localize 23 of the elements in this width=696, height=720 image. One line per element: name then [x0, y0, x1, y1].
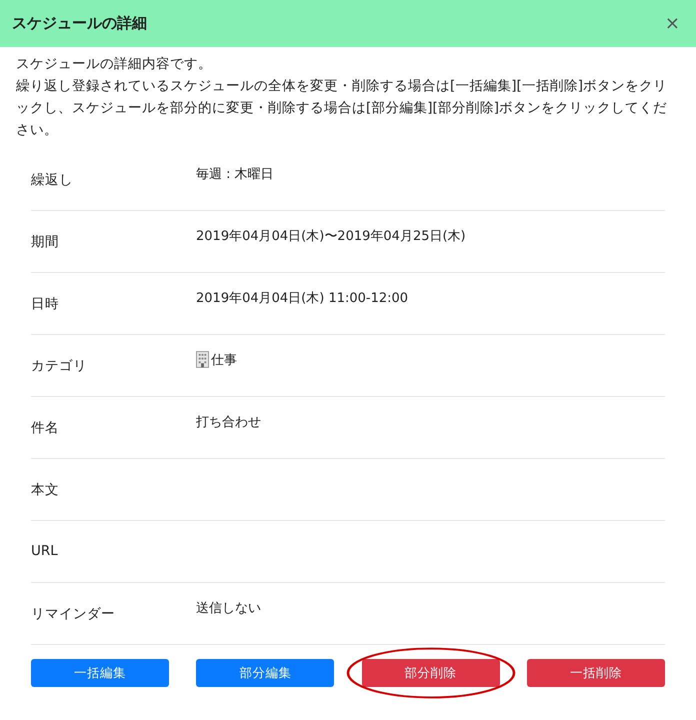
field-label: カテゴリ [31, 357, 88, 375]
field-value: 2019年04月04日(木)〜2019年04月25日(木) [196, 228, 466, 245]
field-value: 仕事 [211, 352, 237, 369]
field-value: 毎週 : 木曜日 [196, 166, 274, 183]
description-text: 繰り返し登録されているスケジュールの全体を変更・削除する場合は[一括編集][一括削除]ボタンをクリックし、スケジュールを部分的に変更・削除する場合は[部分編集][部分削除]ボタンをクリックしてください。 [16, 77, 668, 140]
dialog-title: スケジュールの詳細 [12, 14, 147, 33]
field-label: URL [31, 542, 59, 561]
close-button[interactable]: × [660, 13, 684, 34]
action-button[interactable]: 部分編集 [196, 659, 334, 687]
field-value: 打ち合わせ [196, 414, 261, 431]
field-label: 繰返し [31, 171, 74, 189]
field-label: 期間 [31, 233, 60, 251]
action-button[interactable]: 一括編集 [31, 659, 169, 687]
field-label: 本文 [31, 481, 60, 499]
field-value: 送信しない [196, 600, 261, 617]
field-label: リマインダー [31, 605, 116, 623]
field-label: 件名 [31, 419, 60, 437]
building-icon [196, 351, 209, 368]
action-button[interactable]: 部分削除 [362, 659, 500, 687]
field-label: 日時 [31, 295, 60, 313]
field-value: 2019年04月04日(木) 11:00-12:00 [196, 290, 408, 307]
description-text: スケジュールの詳細内容です。 [16, 55, 213, 74]
action-button[interactable]: 一括削除 [526, 659, 665, 687]
